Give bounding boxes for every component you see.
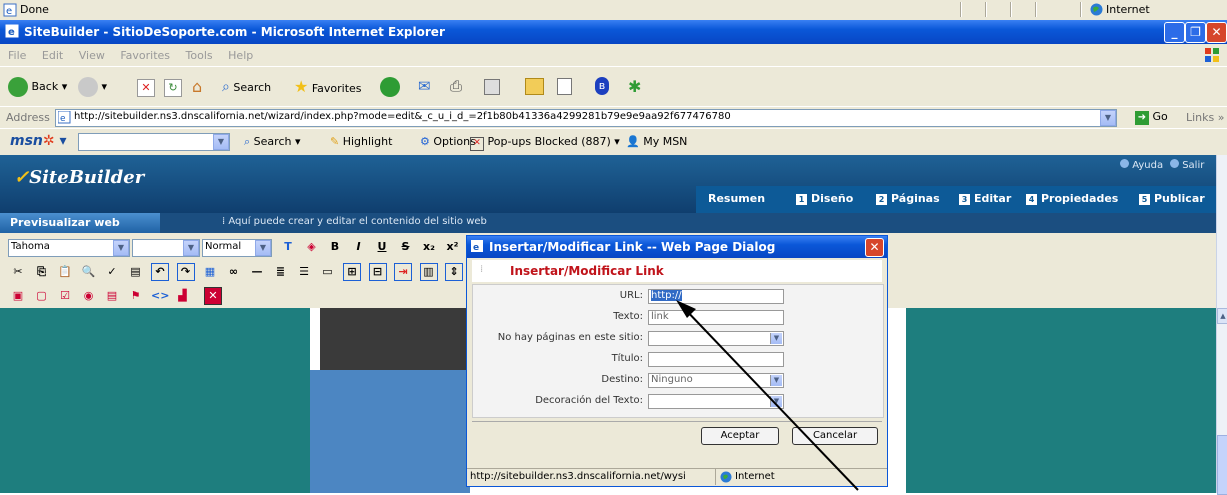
annotation-arrow-icon xyxy=(676,300,859,491)
